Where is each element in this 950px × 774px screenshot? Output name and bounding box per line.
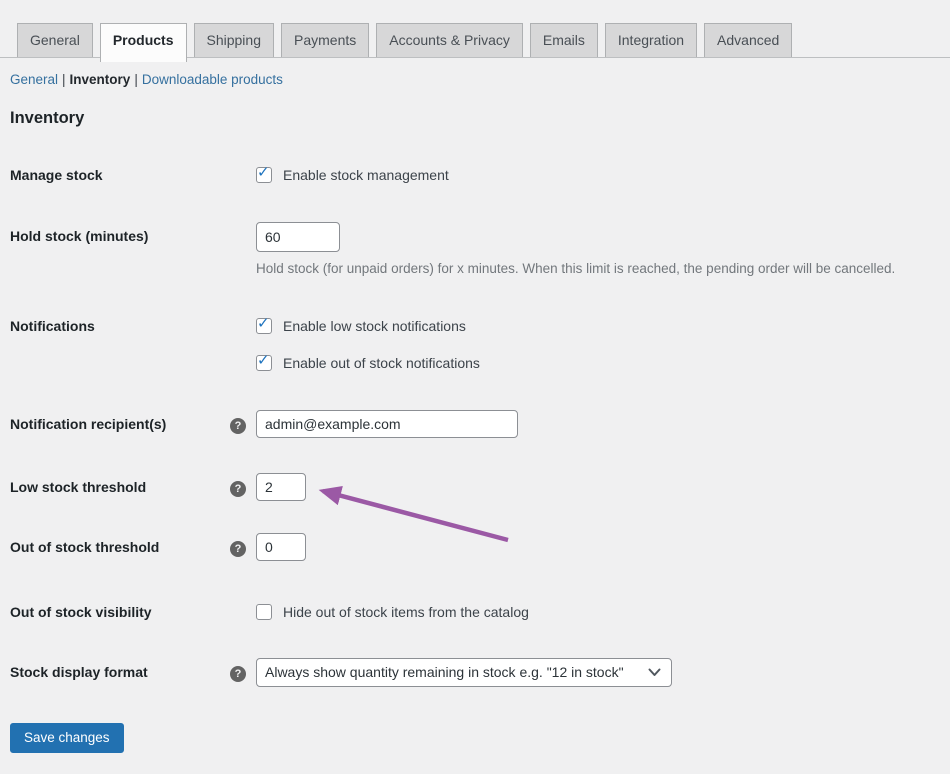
hide-out-of-stock-checkbox[interactable] bbox=[256, 604, 272, 620]
low-stock-notifications-checkbox[interactable]: ✓ bbox=[256, 315, 272, 334]
subnav-general[interactable]: General bbox=[10, 72, 58, 87]
page-title: Inventory bbox=[10, 109, 85, 127]
field-label: Manage stock bbox=[10, 167, 103, 183]
settings-row-out-of-stock-visibility: Out of stock visibility Hide out of stoc… bbox=[10, 603, 950, 621]
tab-emails[interactable]: Emails bbox=[529, 23, 598, 57]
low-stock-threshold-input[interactable] bbox=[256, 473, 306, 501]
settings-row-out-of-stock-threshold: Out of stock threshold ? bbox=[10, 533, 950, 561]
checkmark-icon: ✓ bbox=[257, 164, 270, 181]
settings-row-notification-recipients: Notification recipient(s) ? bbox=[10, 410, 950, 438]
checkbox-label[interactable]: Enable out of stock notifications bbox=[283, 354, 480, 372]
save-changes-button[interactable]: Save changes bbox=[10, 723, 124, 753]
help-icon[interactable]: ? bbox=[230, 666, 246, 682]
checkmark-icon: ✓ bbox=[257, 352, 270, 369]
selected-option-label: Always show quantity remaining in stock … bbox=[265, 664, 624, 680]
settings-row-low-stock-threshold: Low stock threshold ? bbox=[10, 473, 950, 501]
subnav-inventory[interactable]: Inventory bbox=[70, 72, 131, 87]
settings-row-manage-stock: Manage stock ✓ Enable stock management bbox=[10, 164, 950, 184]
help-icon[interactable]: ? bbox=[230, 481, 246, 497]
field-description: Hold stock (for unpaid orders) for x min… bbox=[256, 261, 896, 276]
chevron-down-icon bbox=[648, 668, 661, 677]
settings-row-hold-stock: Hold stock (minutes) Hold stock (for unp… bbox=[10, 222, 950, 278]
tab-advanced[interactable]: Advanced bbox=[704, 23, 793, 57]
subnav-separator: | bbox=[62, 72, 66, 87]
field-label: Notifications bbox=[10, 318, 95, 334]
field-label: Low stock threshold bbox=[10, 479, 147, 495]
notification-recipients-input[interactable] bbox=[256, 410, 518, 438]
tab-products[interactable]: Products bbox=[99, 23, 187, 62]
tab-payments[interactable]: Payments bbox=[281, 23, 370, 57]
stock-display-format-select[interactable]: Always show quantity remaining in stock … bbox=[256, 658, 672, 687]
checkbox-label[interactable]: Hide out of stock items from the catalog bbox=[283, 603, 529, 621]
help-icon[interactable]: ? bbox=[230, 418, 246, 434]
field-label: Stock display format bbox=[10, 664, 148, 680]
settings-row-stock-display-format: Stock display format ? Always show quant… bbox=[10, 658, 950, 687]
hold-stock-minutes-input[interactable] bbox=[256, 222, 340, 252]
checkmark-icon: ✓ bbox=[257, 315, 270, 332]
tab-accounts-privacy[interactable]: Accounts & Privacy bbox=[376, 23, 523, 57]
subnav-downloadable-products[interactable]: Downloadable products bbox=[142, 72, 283, 87]
products-subnav: General | Inventory | Downloadable products bbox=[10, 71, 950, 89]
checkbox-label[interactable]: Enable stock management bbox=[283, 166, 449, 184]
settings-tab-bar: General Products Shipping Payments Accou… bbox=[0, 0, 950, 62]
out-of-stock-notifications-checkbox[interactable]: ✓ bbox=[256, 352, 272, 371]
tab-shipping[interactable]: Shipping bbox=[193, 23, 274, 57]
field-label: Out of stock visibility bbox=[10, 604, 152, 620]
manage-stock-checkbox[interactable]: ✓ bbox=[256, 164, 272, 183]
tab-general[interactable]: General bbox=[17, 23, 93, 57]
out-of-stock-threshold-input[interactable] bbox=[256, 533, 306, 561]
settings-row-notifications: Notifications ✓ Enable low stock notific… bbox=[10, 315, 950, 372]
field-label: Notification recipient(s) bbox=[10, 416, 167, 432]
field-label: Hold stock (minutes) bbox=[10, 228, 149, 244]
subnav-separator: | bbox=[134, 72, 138, 87]
tab-integration[interactable]: Integration bbox=[604, 23, 698, 57]
checkbox-label[interactable]: Enable low stock notifications bbox=[283, 317, 466, 335]
help-icon[interactable]: ? bbox=[230, 541, 246, 557]
field-label: Out of stock threshold bbox=[10, 539, 160, 555]
